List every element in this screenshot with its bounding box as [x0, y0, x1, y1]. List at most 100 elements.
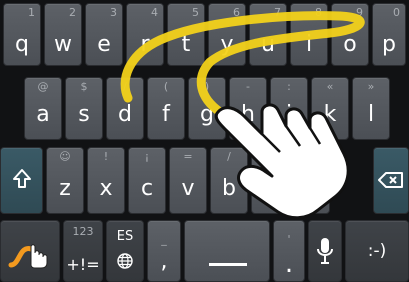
- language-key[interactable]: ES: [106, 220, 144, 282]
- key-label: e: [97, 32, 111, 57]
- space-key[interactable]: [184, 220, 270, 282]
- microphone-icon: [309, 237, 341, 269]
- key-label: x: [99, 176, 113, 201]
- key-hint: ¡: [144, 150, 150, 163]
- globe-icon: [107, 253, 143, 273]
- key-hint: «: [326, 80, 334, 93]
- key-hint: 5: [192, 6, 199, 19]
- key-label: p: [382, 32, 396, 57]
- period-label: .: [284, 249, 294, 279]
- key-label: o: [343, 32, 357, 57]
- key-hint: 3: [110, 6, 117, 19]
- symbols-key[interactable]: 123 +!=: [63, 220, 103, 282]
- backspace-key[interactable]: [373, 147, 409, 214]
- key-label: n: [263, 176, 277, 201]
- key-hint: ¿: [308, 150, 314, 163]
- key-hint: /: [227, 150, 231, 163]
- key-label: g: [200, 102, 214, 127]
- key-t[interactable]: 5 t: [167, 3, 205, 66]
- key-a[interactable]: @ a: [24, 77, 62, 140]
- key-z[interactable]: ☺ z: [46, 147, 84, 214]
- key-hint: ?: [267, 150, 273, 163]
- key-label: h: [241, 102, 255, 127]
- key-label: t: [181, 32, 191, 57]
- key-hint: (: [163, 80, 169, 93]
- backspace-icon: [374, 172, 408, 192]
- key-label: r: [140, 32, 150, 57]
- key-r[interactable]: 4 r: [126, 3, 164, 66]
- swype-logo-icon: [1, 235, 59, 273]
- key-hint: 6: [233, 6, 240, 19]
- key-hint: /: [123, 80, 127, 93]
- key-label: u: [261, 32, 275, 57]
- key-label: c: [140, 176, 154, 201]
- key-label: y: [220, 32, 234, 57]
- key-o[interactable]: 9 o: [331, 3, 369, 66]
- key-k[interactable]: « k: [311, 77, 349, 140]
- key-q[interactable]: 1 q: [3, 3, 41, 66]
- key-d[interactable]: / d: [106, 77, 144, 140]
- key-label: f: [162, 102, 170, 127]
- key-label: k: [323, 102, 337, 127]
- key-hint: @: [37, 80, 49, 93]
- key-label: b: [222, 176, 236, 201]
- key-m[interactable]: ¿ m: [292, 147, 330, 214]
- key-h[interactable]: - h: [229, 77, 267, 140]
- key-hint: 1: [28, 6, 35, 19]
- key-w[interactable]: 2 w: [44, 3, 82, 66]
- key-n[interactable]: ? n: [251, 147, 289, 214]
- key-hint: 9: [356, 6, 363, 19]
- key-hint: 0: [393, 6, 400, 19]
- key-hint: 4: [151, 6, 158, 19]
- keyboard: 1 q 2 w 3 e 4 r 5 t 6 y 7 u 8 i 9 o 0 p …: [0, 0, 409, 282]
- key-hint: =: [183, 150, 193, 163]
- language-label: ES: [116, 229, 134, 244]
- shift-key[interactable]: [0, 147, 43, 214]
- key-j[interactable]: : j: [270, 77, 308, 140]
- key-label: v: [181, 176, 195, 201]
- key-hint: 7: [274, 6, 281, 19]
- comma-label: ,: [160, 249, 168, 274]
- key-label: q: [15, 32, 29, 57]
- key-y[interactable]: 6 y: [208, 3, 246, 66]
- key-hint: -: [246, 80, 250, 93]
- key-hint: $: [80, 80, 88, 93]
- key-label: i: [305, 32, 313, 57]
- key-e[interactable]: 3 e: [85, 3, 123, 66]
- comma-hint: _: [161, 233, 167, 246]
- key-hint: 2: [69, 6, 76, 19]
- key-u[interactable]: 7 u: [249, 3, 287, 66]
- symbols-hint: 123: [72, 225, 94, 238]
- key-hint: :: [287, 80, 291, 93]
- key-s[interactable]: $ s: [65, 77, 103, 140]
- key-label: a: [36, 102, 50, 127]
- key-label: w: [54, 32, 72, 57]
- smiley-key[interactable]: :-): [345, 220, 409, 282]
- key-l[interactable]: » l: [352, 77, 390, 140]
- period-key[interactable]: ' .: [273, 220, 305, 282]
- key-label: j: [285, 102, 293, 127]
- space-bar-icon: [209, 263, 247, 266]
- key-g[interactable]: ) g: [188, 77, 226, 140]
- key-label: z: [59, 176, 71, 201]
- period-hint: ': [287, 233, 291, 246]
- key-hint: 8: [315, 6, 322, 19]
- key-x[interactable]: ! x: [87, 147, 125, 214]
- mic-key[interactable]: [308, 220, 342, 282]
- key-hint: !: [103, 150, 109, 163]
- key-label: s: [78, 102, 90, 127]
- shift-icon: [1, 168, 42, 194]
- key-i[interactable]: 8 i: [290, 3, 328, 66]
- comma-key[interactable]: _ ,: [147, 220, 181, 282]
- swype-key[interactable]: [0, 220, 60, 282]
- key-label: l: [367, 102, 375, 127]
- key-label: d: [118, 102, 132, 127]
- key-v[interactable]: = v: [169, 147, 207, 214]
- symbols-label: +!=: [66, 255, 100, 274]
- key-hint: ☺: [59, 150, 71, 163]
- key-p[interactable]: 0 p: [372, 3, 406, 66]
- key-c[interactable]: ¡ c: [128, 147, 166, 214]
- key-label: m: [300, 176, 322, 201]
- key-f[interactable]: ( f: [147, 77, 185, 140]
- key-b[interactable]: / b: [210, 147, 248, 214]
